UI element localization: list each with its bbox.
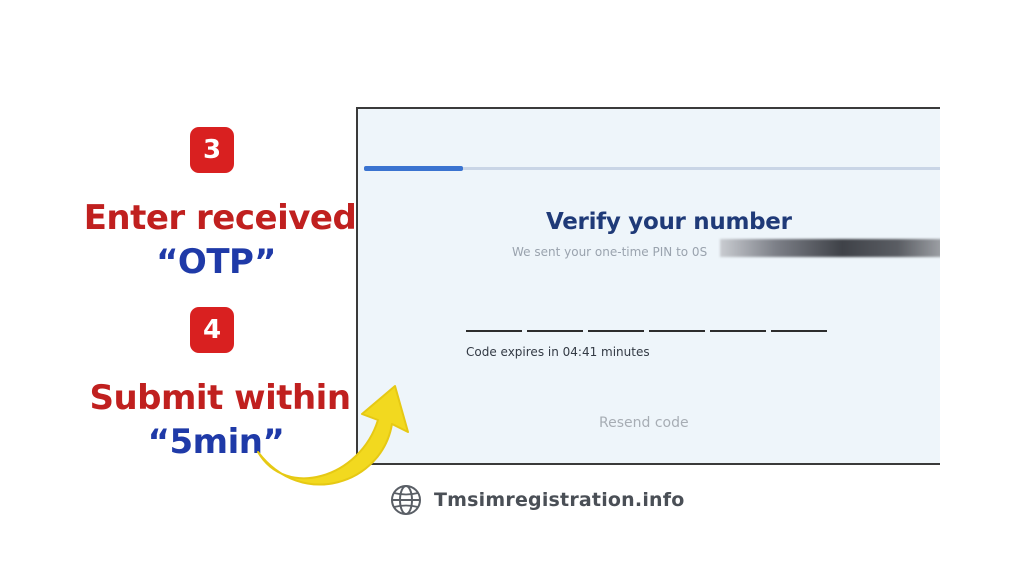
verify-screen: Verify your number We sent your one-time…	[356, 107, 940, 465]
redacted-phone-number	[720, 239, 940, 257]
step-3-number: 3	[202, 135, 222, 165]
site-url: Tmsimregistration.info	[434, 489, 685, 511]
step-4-number: 4	[202, 315, 222, 345]
otp-digit-1[interactable]	[466, 330, 522, 332]
otp-digit-6[interactable]	[771, 330, 827, 332]
step-4-badge: 4	[190, 307, 234, 353]
code-expiry-text: Code expires in 04:41 minutes	[466, 345, 650, 359]
resend-code-button[interactable]: Resend code	[599, 415, 689, 431]
globe-icon	[391, 485, 421, 515]
progress-bar	[364, 166, 940, 171]
verify-subtitle: We sent your one-time PIN to 0S	[512, 245, 708, 259]
step-4-line2: “5min”	[147, 422, 285, 462]
page-title: Verify your number	[546, 209, 792, 235]
step-3-line2: “OTP”	[156, 242, 276, 282]
otp-digit-3[interactable]	[588, 330, 644, 332]
otp-input-group	[466, 330, 827, 332]
step-3-badge: 3	[190, 127, 234, 173]
otp-digit-4[interactable]	[649, 330, 705, 332]
otp-digit-2[interactable]	[527, 330, 583, 332]
site-watermark: Tmsimregistration.info	[390, 484, 684, 516]
progress-fill	[364, 166, 463, 171]
step-3-line1: Enter received	[83, 198, 357, 238]
otp-digit-5[interactable]	[710, 330, 766, 332]
step-4-line1: Submit within	[89, 378, 351, 418]
